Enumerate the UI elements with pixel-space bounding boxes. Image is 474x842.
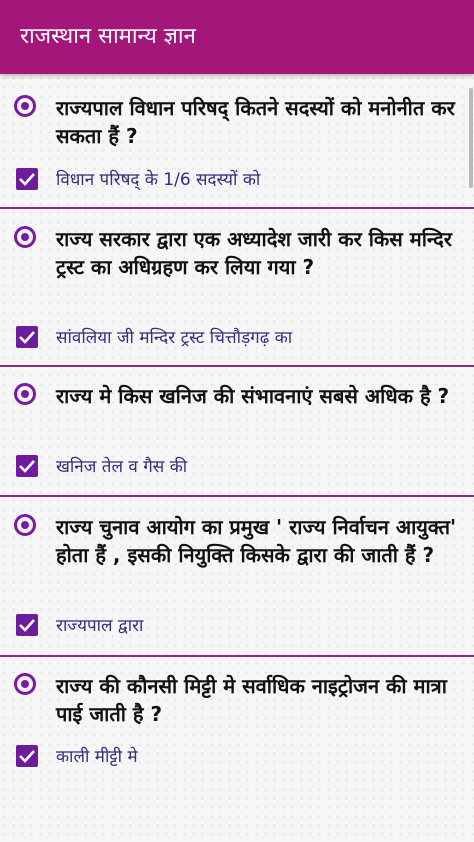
question-text: राज्य चुनाव आयोग का प्रमुख ' राज्य निर्व… — [56, 515, 457, 567]
app-bar: राजस्थान सामान्य ज्ञान — [0, 0, 474, 74]
divider — [0, 207, 474, 209]
question-card: राज्य चुनाव आयोग का प्रमुख ' राज्य निर्व… — [0, 513, 474, 653]
question-text: राज्य की कौनसी मिट्टी मे सर्वाधिक नाइट्र… — [56, 674, 447, 726]
question-card: राज्य मे किस खनिज की संभावनाएं सबसे अधिक… — [0, 382, 474, 492]
radio-selected-icon[interactable] — [14, 95, 36, 117]
checkbox-checked-icon[interactable] — [16, 455, 38, 477]
answer-text: विधान परिषद् के 1/6 सदस्यों को — [56, 170, 261, 190]
question-card: राज्य की कौनसी मिट्टी मे सर्वाधिक नाइट्र… — [0, 672, 474, 782]
radio-selected-icon[interactable] — [14, 226, 36, 248]
question-card: राज्य सरकार द्वारा एक अध्यादेश जारी कर क… — [0, 225, 474, 365]
answer-text: राज्यपाल द्वारा — [56, 616, 144, 636]
answer-text: खनिज तेल व गैस की — [56, 457, 188, 477]
question-text: राज्य सरकार द्वारा एक अध्यादेश जारी कर क… — [56, 227, 452, 279]
question-text: राज्य मे किस खनिज की संभावनाएं सबसे अधिक… — [56, 384, 450, 408]
scrollbar[interactable] — [469, 88, 473, 188]
answer-text: काली मीट्टी मे — [56, 747, 138, 767]
question-card: राज्यपाल विधान परिषद् कितने सदस्यों को म… — [0, 94, 474, 208]
radio-selected-icon[interactable] — [14, 514, 36, 536]
divider — [0, 655, 474, 657]
divider — [0, 365, 474, 367]
question-text: राज्यपाल विधान परिषद् कितने सदस्यों को म… — [56, 96, 455, 148]
divider — [0, 495, 474, 497]
checkbox-checked-icon[interactable] — [16, 168, 38, 190]
answer-text: सांवलिया जी मन्दिर ट्रस्ट चित्तौड़गढ़ का — [56, 328, 293, 348]
app-title: राजस्थान सामान्य ज्ञान — [20, 24, 196, 49]
checkbox-checked-icon[interactable] — [16, 614, 38, 636]
checkbox-checked-icon[interactable] — [16, 745, 38, 767]
radio-selected-icon[interactable] — [14, 383, 36, 405]
checkbox-checked-icon[interactable] — [16, 326, 38, 348]
radio-selected-icon[interactable] — [14, 673, 36, 695]
